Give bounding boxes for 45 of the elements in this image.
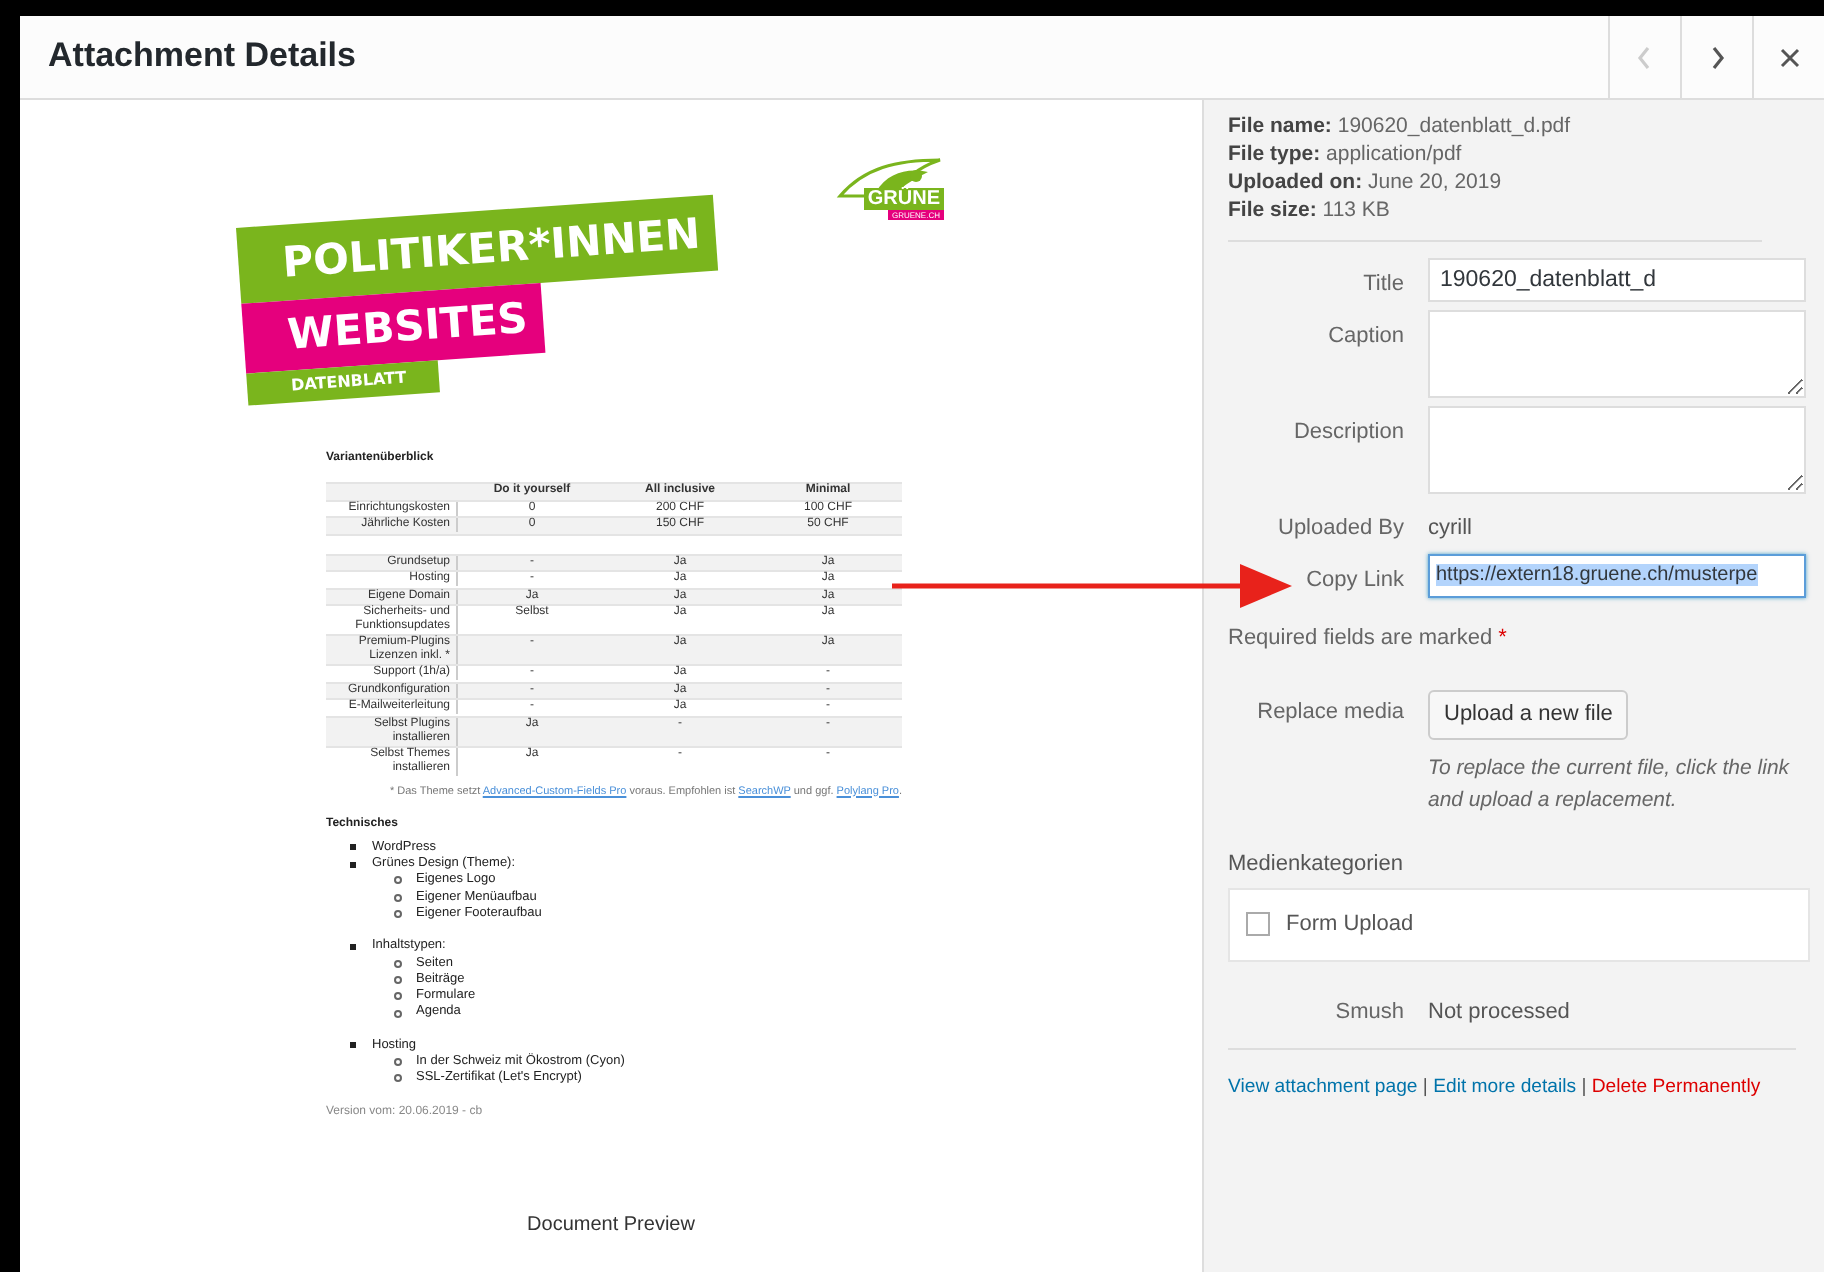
section-heading: Medienkategorien [1228, 849, 1405, 879]
bullet-icon [350, 943, 356, 950]
help-text: To replace the current file, click the link and upload a replacement. [1428, 753, 1792, 815]
text-area[interactable] [1428, 406, 1806, 494]
bullet-icon [394, 1009, 402, 1018]
field-value: cyrill [1428, 514, 1472, 544]
bullet-icon [350, 844, 356, 851]
required-note: Required fields are marked * [1228, 623, 1509, 653]
input-field[interactable]: https://extern18.gruene.ch/musterpe [1428, 553, 1806, 597]
banner-heading: POLITIKER*INNEN [236, 194, 719, 303]
separator-text: | [1420, 1076, 1430, 1098]
field-label: Caption [1326, 322, 1406, 352]
field-label: Description [1291, 418, 1406, 448]
bullet-icon [394, 910, 402, 919]
preview-caption: Document Preview [525, 1212, 697, 1240]
separator-text: | [1579, 1076, 1589, 1098]
field-label: Title [1361, 270, 1406, 300]
checkbox[interactable] [1246, 912, 1270, 937]
text-area[interactable] [1428, 310, 1806, 398]
logo-text: GRÜNE [863, 188, 944, 210]
bullet-icon [350, 861, 356, 868]
delete-link[interactable]: Delete Permanently [1591, 1076, 1761, 1098]
bullet-icon [350, 1042, 356, 1049]
field-label: Smush [1333, 997, 1406, 1027]
field-label: Replace media [1255, 698, 1406, 728]
bullet-icon [394, 959, 402, 968]
action-link[interactable]: View attachment page [1228, 1076, 1418, 1098]
bullet-icon [394, 1058, 402, 1067]
input-field[interactable]: 190620_datenblatt_d [1428, 258, 1806, 302]
window-title: Attachment Details [46, 36, 358, 78]
bullet-icon [394, 975, 402, 984]
upload-button[interactable]: Upload a new file [1428, 690, 1629, 739]
bullet-icon [394, 893, 402, 902]
file-info: File size: 113 KB [1228, 196, 1392, 224]
checkbox-label: Form Upload [1286, 910, 1414, 940]
file-info: File name: 190620_datenblatt_d.pdf [1228, 112, 1573, 140]
bullet-icon [394, 876, 402, 885]
bullet-icon [394, 1074, 402, 1083]
field-label: Uploaded By [1276, 514, 1406, 544]
field-label: Copy Link [1304, 565, 1406, 595]
field-value: Not processed [1428, 997, 1570, 1027]
bullet-icon [394, 992, 402, 1001]
action-link[interactable]: Edit more details [1433, 1076, 1577, 1098]
file-info: Uploaded on: June 20, 2019 [1228, 168, 1504, 196]
file-info: File type: application/pdf [1228, 140, 1464, 168]
